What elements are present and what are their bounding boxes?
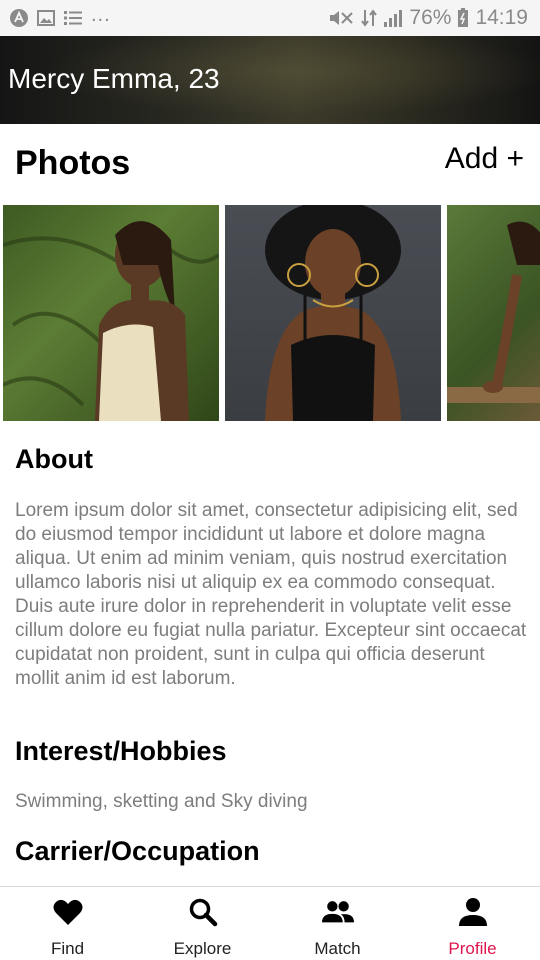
mute-icon	[327, 8, 355, 28]
battery-icon	[457, 8, 469, 28]
photo-strip[interactable]	[0, 205, 540, 421]
battery-percent: 76%	[409, 6, 452, 29]
nav-match-label: Match	[314, 939, 361, 958]
about-title: About	[15, 444, 93, 474]
clock: 14:19	[475, 6, 528, 29]
photos-title: Photos	[15, 144, 131, 182]
about-text: Lorem ipsum dolor sit amet, consectetur …	[15, 500, 527, 689]
person-icon	[457, 896, 489, 928]
search-icon	[187, 896, 219, 928]
nav-profile[interactable]: Profile	[405, 887, 540, 960]
status-bar: ... 76% 14:19	[0, 0, 540, 36]
photo-3[interactable]	[447, 205, 540, 421]
profile-header: Mercy Emma, 23	[0, 36, 540, 124]
photo-2[interactable]	[225, 205, 441, 421]
heart-icon	[52, 896, 84, 928]
nav-explore[interactable]: Explore	[135, 887, 270, 960]
nav-profile-label: Profile	[448, 939, 497, 958]
add-photo-button[interactable]: Add +	[445, 142, 524, 176]
overflow-dots: ...	[91, 4, 111, 26]
nav-find-label: Find	[50, 939, 85, 958]
nav-find[interactable]: Find	[0, 887, 135, 960]
people-icon	[321, 896, 354, 928]
status-bar-right: 76% 14:19	[327, 6, 528, 30]
profile-name-age: Mercy Emma, 23	[8, 63, 220, 94]
occupation-title: Carrier/Occupation	[15, 836, 260, 866]
nav-explore-label: Explore	[173, 939, 232, 958]
data-icon	[361, 8, 378, 28]
photo-1[interactable]	[3, 205, 219, 421]
list-icon	[63, 9, 83, 27]
hobbies-text: Swimming, sketting and Sky diving	[15, 791, 308, 812]
nav-match[interactable]: Match	[270, 887, 405, 960]
hobbies-title: Interest/Hobbies	[15, 736, 227, 766]
signal-icon	[383, 8, 403, 28]
app-icon	[9, 8, 29, 28]
bottom-nav: Find Explore Match Profile	[0, 886, 540, 960]
image-icon	[37, 9, 55, 27]
status-bar-left: ...	[9, 4, 111, 28]
